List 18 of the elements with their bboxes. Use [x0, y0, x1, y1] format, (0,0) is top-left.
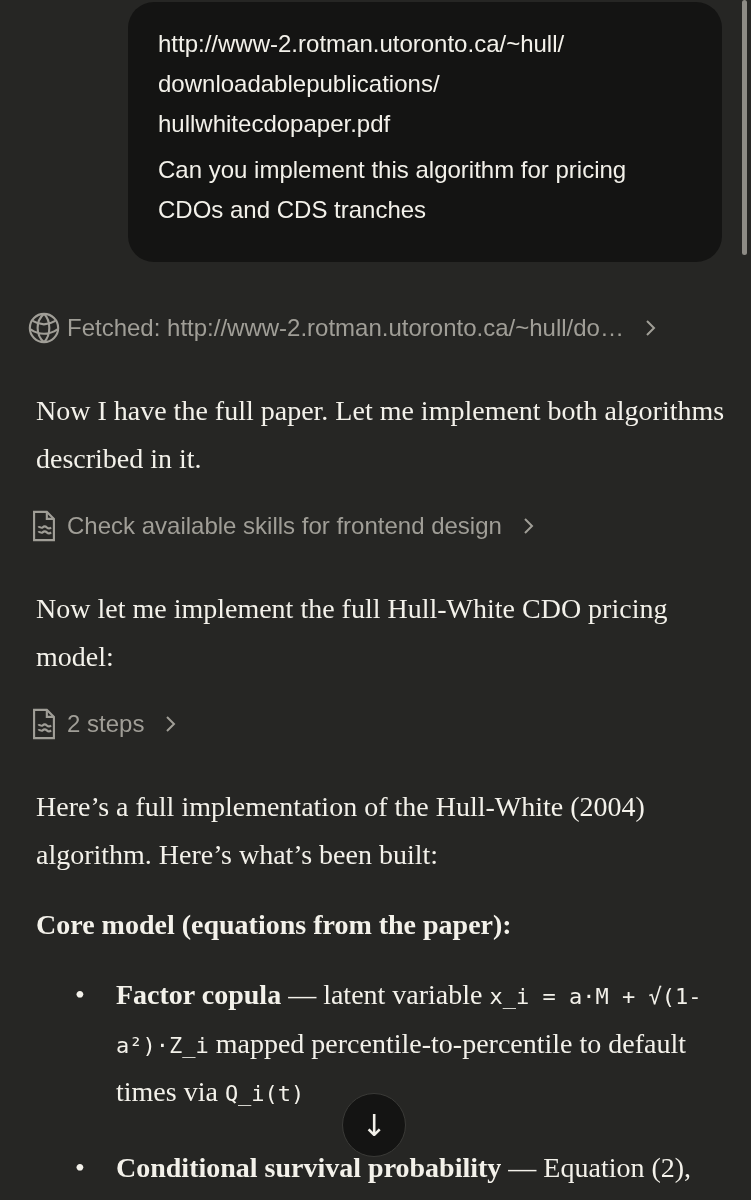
chevron-right-icon — [521, 516, 534, 536]
tool-step-link[interactable]: Fetched: http://www-2.rotman.utoronto.ca/~hull/do… — [27, 308, 656, 348]
bullet-marker: • — [75, 1150, 86, 1185]
globe-icon — [27, 311, 61, 345]
response-paragraph: Now let me implement the full Hull-White CDO pricing model: — [36, 592, 669, 674]
url-link[interactable]: hullwhitecdopaper.pdf — [158, 104, 391, 144]
user-message-text: Can you implement this algorithm for pricing CDOs and CDS tranches — [158, 155, 628, 225]
url-link[interactable]: downloadablepublications/ — [158, 64, 440, 104]
url-link[interactable]: http://www-2.rotman.utoronto.ca/~hull/ — [158, 24, 565, 64]
chevron-right-icon — [643, 318, 656, 338]
scroll-down-button[interactable]: ↓ — [342, 1093, 406, 1157]
bullet-marker: • — [75, 978, 86, 1012]
tool-step-link[interactable]: 2 steps — [27, 704, 177, 744]
chevron-right-icon — [164, 714, 177, 734]
response-paragraph: Here’s a full implementation of the Hull-White (2004) algorithm. Here’s what’s been built: — [36, 790, 646, 872]
response-paragraph: Now I have the full paper. Let me implement both algorithms described in it. — [36, 394, 725, 476]
section-heading: Core model (equations from the paper): — [36, 908, 512, 942]
tool-step-link[interactable]: Check available skills for frontend design — [27, 506, 534, 546]
